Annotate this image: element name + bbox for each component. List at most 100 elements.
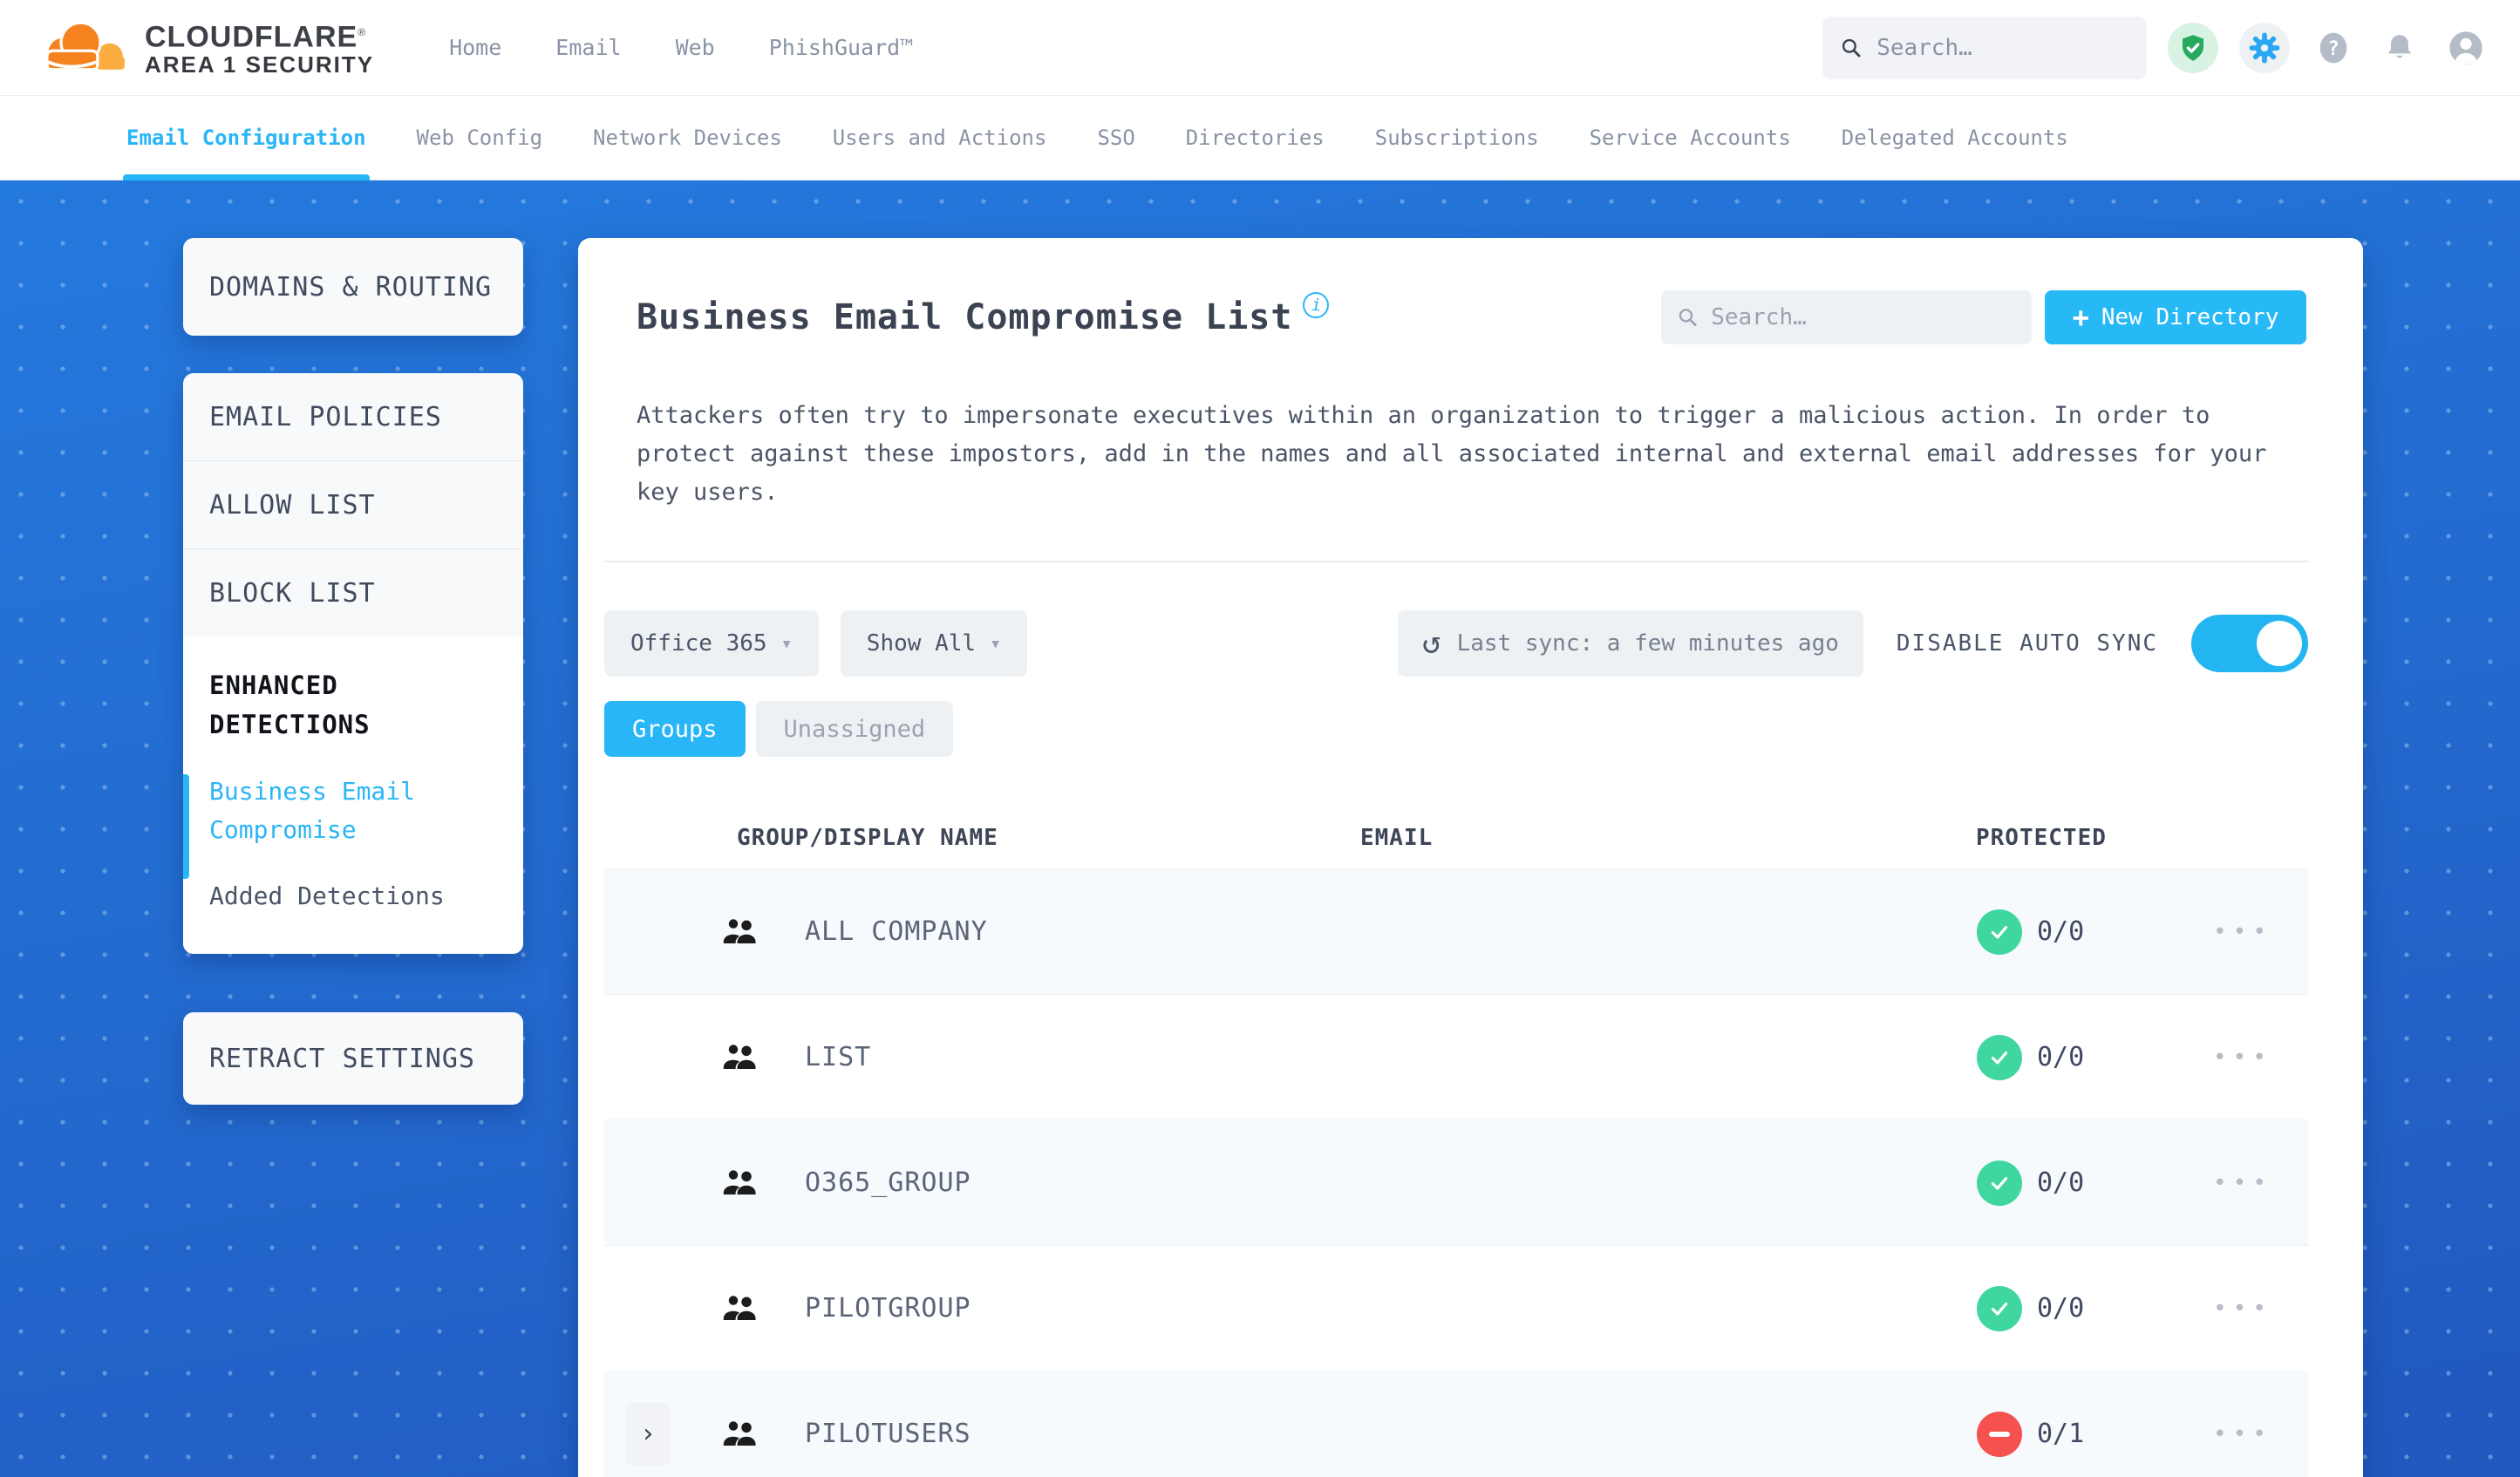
list-search[interactable] xyxy=(1661,290,2032,344)
last-sync-button[interactable]: ↺ Last sync: a few minutes ago xyxy=(1397,610,1863,677)
shield-check-icon xyxy=(2182,34,2204,61)
tab-directories[interactable]: Directories xyxy=(1186,96,1325,180)
tab-web-config[interactable]: Web Config xyxy=(417,96,543,180)
tab-email-configuration[interactable]: Email Configuration xyxy=(123,96,370,180)
show-filter-dropdown[interactable]: Show All ▾ xyxy=(840,610,1028,677)
check-icon xyxy=(1991,1302,2008,1316)
settings-sidebar: DOMAINS & ROUTING EMAIL POLICIES ALLOW L… xyxy=(183,238,523,1105)
top-nav: Home Email Web PhishGuard™ xyxy=(449,35,913,60)
protected-count: 0/0 xyxy=(2037,916,2085,947)
protected-check-badge xyxy=(1977,1285,2022,1331)
brand-name: CLOUDFLARE® xyxy=(145,20,367,54)
refresh-icon: ↺ xyxy=(1421,625,1441,661)
top-nav-phishguard[interactable]: PhishGuard™ xyxy=(769,35,914,60)
top-nav-web[interactable]: Web xyxy=(676,35,715,60)
page-description: Attackers often try to impersonate execu… xyxy=(637,402,2267,506)
sidebar-item-business-email-compromise[interactable]: Business Email Compromise xyxy=(209,773,497,849)
tab-subscriptions[interactable]: Subscriptions xyxy=(1375,96,1539,180)
sidebar-item-label: DOMAINS & ROUTING xyxy=(209,271,493,303)
row-menu-ellipsis-icon[interactable]: ••• xyxy=(2213,1423,2272,1446)
column-header-email: EMAIL xyxy=(1360,825,1434,851)
workspace-background: DOMAINS & ROUTING EMAIL POLICIES ALLOW L… xyxy=(0,180,2520,1477)
expand-cell: › xyxy=(604,1372,691,1477)
sidebar-item-added-detections[interactable]: Added Detections xyxy=(209,877,497,915)
sidebar-item-domains-routing[interactable]: DOMAINS & ROUTING xyxy=(183,238,523,336)
protected-cell: 0/0 xyxy=(1802,1034,2177,1080)
sidebar-item-label: RETRACT SETTINGS xyxy=(209,1043,475,1074)
bec-list-panel: Business Email Compromise List i + New D… xyxy=(578,238,2363,1477)
protected-cell: 0/0 xyxy=(1802,1285,2177,1331)
tab-delegated-accounts[interactable]: Delegated Accounts xyxy=(1842,96,2068,180)
config-tabs-bar: Email Configuration Web Config Network D… xyxy=(0,96,2520,180)
row-menu-ellipsis-icon[interactable]: ••• xyxy=(2213,921,2272,943)
table-row: ALL COMPANY 0/0 ••• xyxy=(604,868,2308,994)
help-button[interactable]: ? xyxy=(2311,25,2356,71)
table-row: LIST 0/0 ••• xyxy=(604,994,2308,1120)
tab-users-and-actions[interactable]: Users and Actions xyxy=(833,96,1047,180)
gear-icon xyxy=(2249,32,2280,63)
new-directory-label: New Directory xyxy=(2101,304,2279,330)
groups-table: GROUP/DISPLAY NAME EMAIL PROTECTED ALL C… xyxy=(604,816,2308,1477)
check-icon xyxy=(1991,1051,2008,1065)
list-search-input[interactable] xyxy=(1711,304,2016,330)
security-status-button[interactable] xyxy=(2168,22,2218,73)
expand-cell xyxy=(604,995,691,1120)
notifications-button[interactable] xyxy=(2377,25,2422,71)
cloudflare-cloud-logo-icon xyxy=(45,21,125,71)
check-icon xyxy=(1991,925,2008,939)
divider xyxy=(604,561,2308,562)
tab-network-devices[interactable]: Network Devices xyxy=(593,96,782,180)
brand-trademark: ® xyxy=(358,25,367,38)
search-icon xyxy=(1679,309,1697,326)
sidebar-item-enhanced-detections[interactable]: ENHANCED DETECTIONS xyxy=(209,666,497,745)
settings-button[interactable] xyxy=(2239,22,2290,73)
header-search-input[interactable] xyxy=(1876,34,2129,61)
tab-groups[interactable]: Groups xyxy=(604,701,746,757)
protected-check-badge xyxy=(1977,1034,2022,1080)
info-icon[interactable]: i xyxy=(1303,292,1330,318)
top-nav-home[interactable]: Home xyxy=(449,35,501,60)
sidebar-item-email-policies[interactable]: EMAIL POLICIES xyxy=(183,373,523,460)
top-nav-email[interactable]: Email xyxy=(555,35,621,60)
tab-service-accounts[interactable]: Service Accounts xyxy=(1590,96,1791,180)
page-title: Business Email Compromise List xyxy=(637,297,1293,337)
sidebar-item-allow-list[interactable]: ALLOW LIST xyxy=(183,461,523,548)
row-menu-ellipsis-icon[interactable]: ••• xyxy=(2213,1297,2272,1320)
sync-controls-row: Office 365 ▾ Show All ▾ ↺ Last sync: a f… xyxy=(604,610,2308,677)
show-filter-value: Show All xyxy=(866,630,977,657)
disable-auto-sync-label: DISABLE AUTO SYNC xyxy=(1896,630,2158,657)
app-root: CLOUDFLARE® AREA 1 SECURITY Home Email W… xyxy=(0,0,2520,1477)
row-menu-ellipsis-icon[interactable]: ••• xyxy=(2213,1172,2272,1195)
table-header: GROUP/DISPLAY NAME EMAIL PROTECTED xyxy=(604,816,2308,868)
sidebar-item-retract-settings[interactable]: RETRACT SETTINGS xyxy=(183,1012,523,1105)
group-name: PILOTGROUP xyxy=(805,1293,971,1324)
column-header-protected: PROTECTED xyxy=(1976,825,2107,851)
directory-source-dropdown[interactable]: Office 365 ▾ xyxy=(604,610,819,677)
tab-unassigned[interactable]: Unassigned xyxy=(755,701,954,757)
expand-cell xyxy=(604,869,691,994)
sidebar-item-block-list[interactable]: BLOCK LIST xyxy=(183,549,523,636)
row-menu-ellipsis-icon[interactable]: ••• xyxy=(2213,1046,2272,1069)
svg-text:?: ? xyxy=(2327,37,2340,60)
expand-row-button[interactable]: › xyxy=(625,1402,671,1466)
protected-check-badge xyxy=(1977,1160,2022,1206)
group-people-icon xyxy=(723,918,756,943)
group-name: ALL COMPANY xyxy=(805,916,988,947)
header-search[interactable] xyxy=(1822,16,2147,79)
search-icon xyxy=(1842,38,1861,57)
help-icon: ? xyxy=(2319,32,2347,63)
protected-count: 0/1 xyxy=(2037,1419,2085,1449)
auto-sync-toggle[interactable] xyxy=(2191,615,2308,672)
group-icon-cell xyxy=(691,1165,787,1201)
table-row: PILOTGROUP 0/0 ••• xyxy=(604,1245,2308,1371)
account-button[interactable] xyxy=(2443,25,2489,71)
title-wrap: Business Email Compromise List i xyxy=(637,290,1330,344)
tab-sso[interactable]: SSO xyxy=(1097,96,1134,180)
protected-check-badge xyxy=(1977,909,2022,955)
protected-cell: 0/0 xyxy=(1802,909,2177,955)
row-actions-cell: ••• xyxy=(2177,921,2308,943)
protected-count: 0/0 xyxy=(2037,1042,2085,1072)
cloudflare-brand[interactable]: CLOUDFLARE® AREA 1 SECURITY xyxy=(35,17,374,78)
active-tab-underline xyxy=(123,174,370,180)
new-directory-button[interactable]: + New Directory xyxy=(2045,290,2306,344)
